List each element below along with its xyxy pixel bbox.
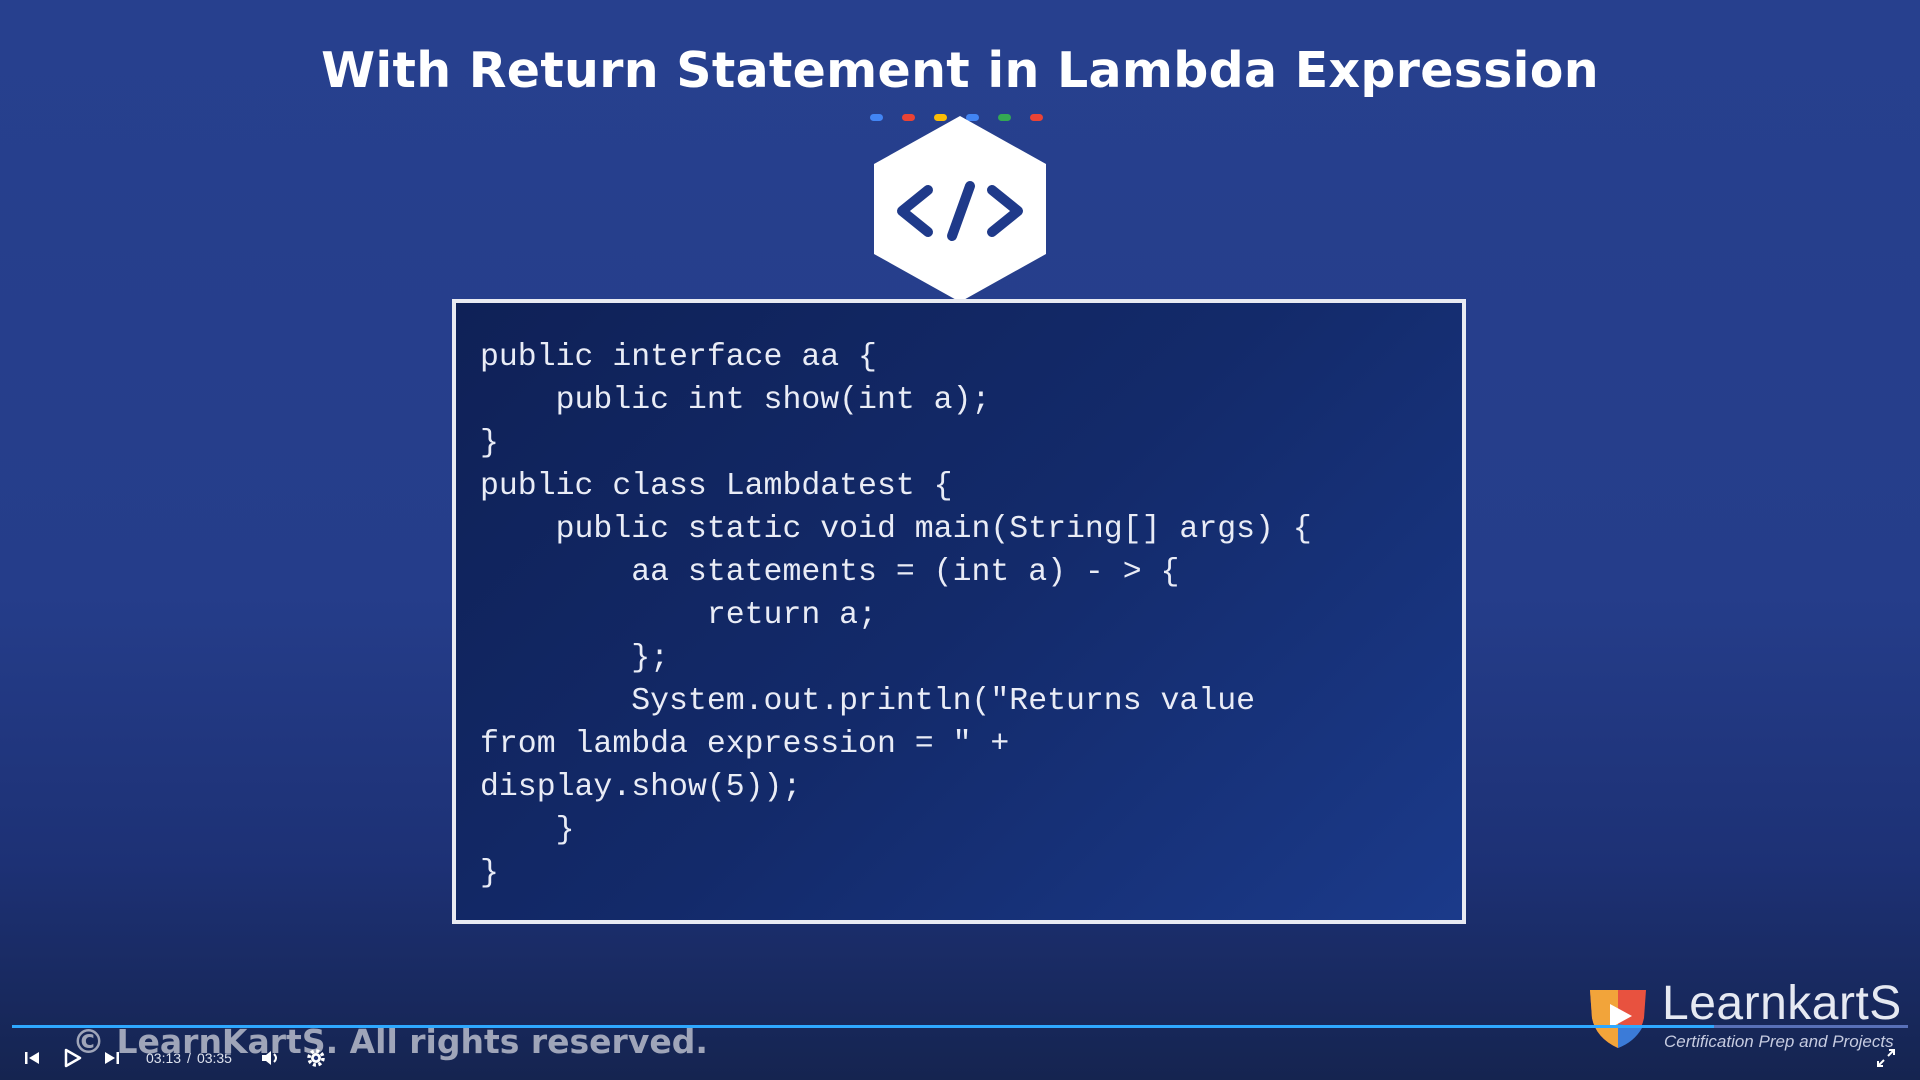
code-line: System.out.println("Returns value xyxy=(480,684,1256,719)
code-line: display.show(5)); xyxy=(480,770,802,805)
fullscreen-button[interactable] xyxy=(1872,1044,1900,1072)
duration: 03:35 xyxy=(196,1050,232,1066)
code-line: public int show(int a); xyxy=(480,383,991,418)
next-button[interactable] xyxy=(98,1044,126,1072)
previous-icon xyxy=(25,1052,39,1064)
code-line: public class Lambdatest { xyxy=(480,469,953,504)
seek-bar[interactable] xyxy=(12,1025,1908,1028)
code-line: public static void main(String[] args) { xyxy=(480,512,1312,547)
play-button[interactable] xyxy=(58,1044,86,1072)
volume-icon xyxy=(262,1051,277,1065)
time-separator: / xyxy=(187,1050,191,1066)
code-brackets-icon xyxy=(874,116,1046,302)
volume-button[interactable] xyxy=(256,1044,284,1072)
next-icon xyxy=(105,1052,119,1064)
previous-button[interactable] xyxy=(18,1044,46,1072)
code-line: } xyxy=(480,813,575,848)
current-time: 03:13 xyxy=(146,1050,182,1066)
code-line: from lambda expression = " + xyxy=(480,727,1010,762)
code-line: }; xyxy=(480,641,670,676)
fullscreen-icon xyxy=(1877,1049,1895,1067)
play-icon xyxy=(64,1048,82,1068)
seek-progress xyxy=(12,1025,1715,1028)
settings-button[interactable] xyxy=(302,1044,330,1072)
code-line: } xyxy=(480,856,499,891)
code-line: public interface aa { xyxy=(480,340,877,375)
code-line: return a; xyxy=(480,598,877,633)
code-block: public interface aa { public int show(in… xyxy=(452,299,1466,924)
brand-name: LearnkartS xyxy=(1662,977,1902,1030)
player-controls: 03:13 / 03:35 xyxy=(0,1040,1920,1076)
video-frame: With Return Statement in Lambda Expressi… xyxy=(0,0,1920,1080)
code-line: } xyxy=(480,426,499,461)
time-display: 03:13 / 03:35 xyxy=(146,1050,232,1066)
slide-title: With Return Statement in Lambda Expressi… xyxy=(321,42,1599,99)
code-line: aa statements = (int a) - > { xyxy=(480,555,1180,590)
settings-icon xyxy=(307,1049,325,1067)
